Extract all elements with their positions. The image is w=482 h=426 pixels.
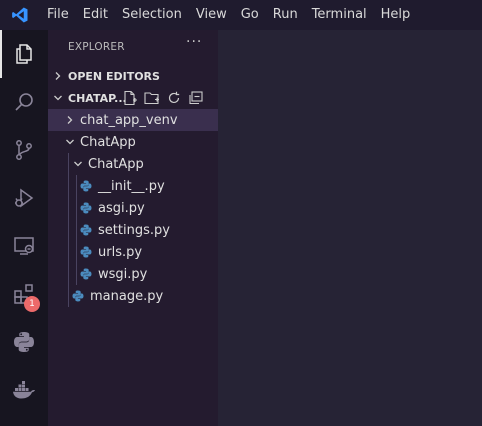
explorer-title: EXPLORER [68,41,125,53]
docker-icon[interactable] [0,366,48,414]
tree-label: wsgi.py [98,266,148,282]
chevron-down-icon [48,93,68,103]
tree-label: __init__.py [98,178,165,194]
workspace-section[interactable]: CHATAP... [48,87,218,109]
activity-bar: 1 [0,30,48,426]
menu-help[interactable]: Help [374,0,418,30]
title-bar: File Edit Selection View Go Run Terminal… [0,0,482,30]
more-actions-icon[interactable]: ··· [186,34,202,50]
menu-edit[interactable]: Edit [76,0,115,30]
vscode-logo-icon [0,0,40,30]
tree-label: chat_app_venv [80,112,178,128]
tree-label: ChatApp [80,134,136,150]
tree-file-manage[interactable]: manage.py [48,285,218,307]
explorer-sidebar: EXPLORER ··· OPEN EDITORS CHATAP... chat… [48,30,218,426]
tree-file-init[interactable]: __init__.py [48,175,218,197]
menu-selection[interactable]: Selection [115,0,189,30]
tree-file-urls[interactable]: urls.py [48,241,218,263]
editor-area[interactable] [218,30,482,426]
refresh-icon[interactable] [166,90,182,106]
explorer-toolbar [122,87,204,109]
python-file-icon [80,202,92,214]
run-debug-icon[interactable] [0,174,48,222]
python-file-icon [80,180,92,192]
chevron-down-icon [68,159,88,169]
menu-file[interactable]: File [40,0,76,30]
new-folder-icon[interactable] [144,90,160,106]
open-editors-section[interactable]: OPEN EDITORS [48,65,218,87]
menu-run[interactable]: Run [266,0,305,30]
tree-folder-chatapp-root[interactable]: ChatApp [48,131,218,153]
tree-label: urls.py [98,244,143,260]
workspace-label: CHATAP... [68,91,127,105]
chevron-right-icon [60,115,80,125]
chevron-down-icon [60,137,80,147]
menu-view[interactable]: View [189,0,234,30]
explorer-icon[interactable] [0,30,48,78]
python-file-icon [80,224,92,236]
python-icon[interactable] [0,318,48,366]
tree-label: asgi.py [98,200,145,216]
tree-file-settings[interactable]: settings.py [48,219,218,241]
tree-folder-chat-app-venv[interactable]: chat_app_venv [48,109,218,131]
tree-folder-chatapp-package[interactable]: ChatApp [48,153,218,175]
menu-terminal[interactable]: Terminal [305,0,374,30]
source-control-icon[interactable] [0,126,48,174]
menu-go[interactable]: Go [234,0,266,30]
tree-label: manage.py [90,288,164,304]
tree-label: settings.py [98,222,170,238]
remote-explorer-icon[interactable] [0,222,48,270]
extensions-badge: 1 [24,296,40,312]
chevron-right-icon [48,71,68,81]
new-file-icon[interactable] [122,90,138,106]
tree-label: ChatApp [88,156,144,172]
extensions-icon[interactable]: 1 [0,270,48,318]
python-file-icon [80,246,92,258]
tree-file-wsgi[interactable]: wsgi.py [48,263,218,285]
python-file-icon [72,290,84,302]
open-editors-label: OPEN EDITORS [68,69,160,83]
collapse-all-icon[interactable] [188,90,204,106]
python-file-icon [80,268,92,280]
search-icon[interactable] [0,78,48,126]
tree-file-asgi[interactable]: asgi.py [48,197,218,219]
